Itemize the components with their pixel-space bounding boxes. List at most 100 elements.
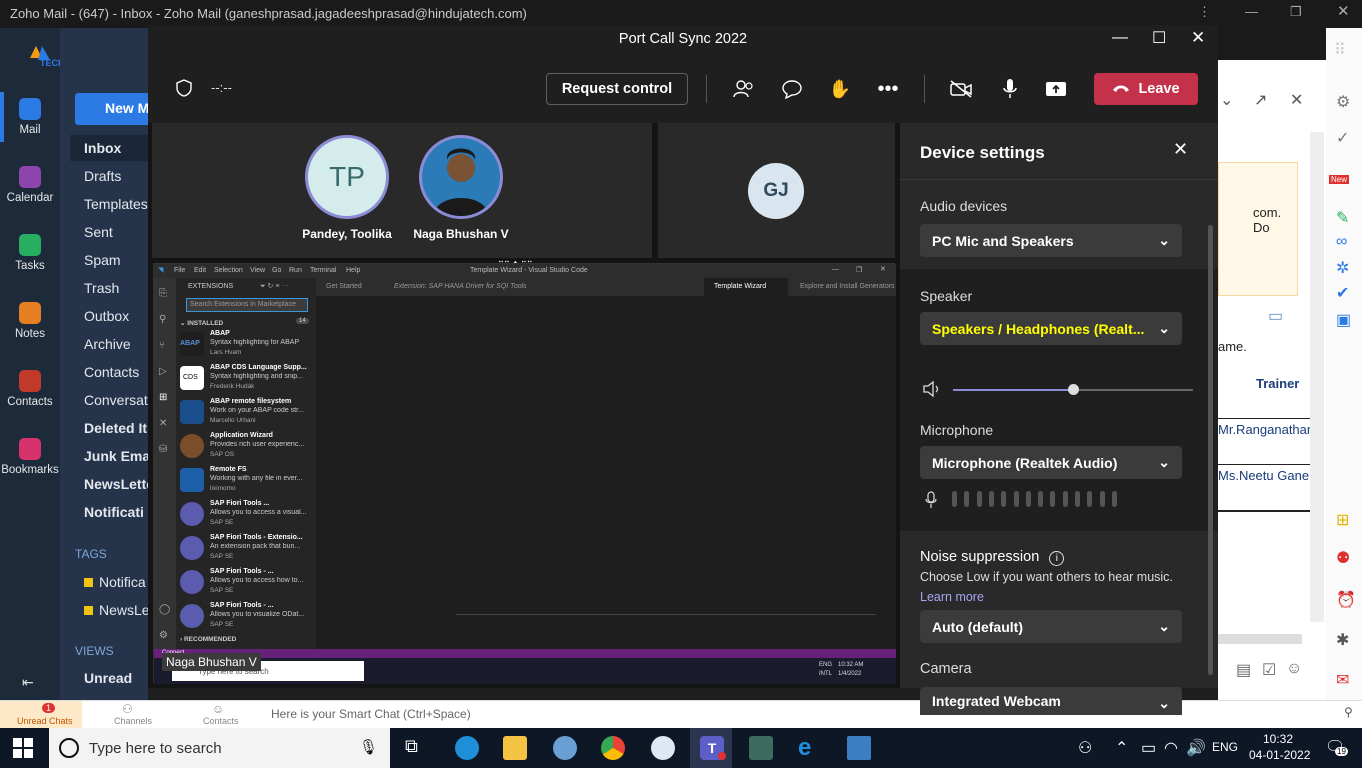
collapse-icon[interactable]: ⇤ — [22, 674, 34, 691]
folder-inbox[interactable]: Inbox — [84, 140, 121, 156]
channels-tab[interactable]: Channels — [114, 716, 152, 726]
contacts-tab[interactable]: Contacts — [203, 716, 239, 726]
rail-tasks[interactable]: Tasks — [0, 234, 60, 272]
camera-select[interactable]: Integrated Webcam ⌄ — [920, 687, 1182, 715]
folder-archive[interactable]: Archive — [84, 336, 131, 352]
editor-tab[interactable]: Explore and Install Generators — [800, 283, 895, 290]
folder-newsletter[interactable]: NewsLette — [84, 476, 154, 492]
tag-newsletter[interactable]: NewsLe — [84, 602, 150, 618]
editor-tab[interactable]: Get Started — [326, 283, 362, 290]
tick-icon[interactable]: ✔ — [1336, 283, 1349, 303]
recommended-section[interactable]: › RECOMMENDED — [180, 636, 236, 643]
extension-item[interactable]: SAP Fiori Tools ... Allows you to access … — [180, 498, 314, 531]
extension-item[interactable]: Remote FS Working with any file in ever..… — [180, 464, 314, 497]
chrome-icon[interactable] — [601, 736, 625, 760]
close-panel-icon[interactable]: ✕ — [1173, 139, 1188, 160]
emoji-icon[interactable]: ☺ — [1286, 660, 1302, 678]
settings-scrollbar[interactable] — [1208, 225, 1213, 675]
audio-device-select[interactable]: PC Mic and Speakers ⌄ — [920, 224, 1182, 257]
ie-icon[interactable]: e — [798, 736, 822, 760]
people-tray-icon[interactable]: ⚇ — [1078, 738, 1092, 758]
extension-item[interactable]: SAP Fiori Tools - ... Allows you to visua… — [180, 600, 314, 633]
extension-item[interactable]: CDS ABAP CDS Language Supp... Syntax highl… — [180, 362, 314, 395]
restore-icon[interactable]: ❐ — [856, 266, 862, 274]
calculator-icon[interactable] — [749, 736, 773, 760]
menu-item[interactable]: Run — [289, 267, 302, 274]
tag-notifications[interactable]: Notifica — [84, 574, 146, 590]
mail-app-icon[interactable] — [651, 736, 675, 760]
account-icon[interactable]: ◯ — [159, 604, 170, 615]
extensions-search-input[interactable]: Search Extensions in Marketplace — [186, 298, 308, 312]
extension-item[interactable]: Application Wizard Provides rich user exp… — [180, 430, 314, 463]
chat-icon[interactable] — [780, 73, 804, 105]
speaker-select[interactable]: Speakers / Headphones (Realt... ⌄ — [920, 312, 1182, 345]
share-screen-icon[interactable] — [1044, 73, 1068, 105]
explorer-icon[interactable]: ⎘ — [159, 288, 167, 299]
noise-suppression-select[interactable]: Auto (default) ⌄ — [920, 610, 1182, 643]
settings-icon[interactable]: ⚙ — [1336, 92, 1350, 112]
editor-tab[interactable]: Extension: SAP HANA Driver for SQI Tools — [394, 283, 527, 290]
minimize-icon[interactable]: — — [1112, 29, 1128, 47]
participant-avatar[interactable]: TP — [305, 135, 389, 219]
clock-time[interactable]: 10:32 — [1263, 732, 1293, 746]
unread-chats-tab[interactable]: 1 Unread Chats — [0, 701, 82, 729]
folder-notification[interactable]: Notificati — [84, 504, 144, 520]
teams-taskbar-active[interactable]: T — [690, 728, 732, 768]
remote-desktop-icon[interactable] — [847, 736, 871, 760]
learn-more-link[interactable]: Learn more — [920, 590, 984, 604]
menu-item[interactable]: Selection — [214, 267, 243, 274]
edit-icon[interactable]: ✎ — [1336, 208, 1349, 228]
database-icon[interactable]: ⛁ — [159, 444, 167, 455]
run-icon[interactable]: ▷ — [159, 366, 167, 377]
menu-item[interactable]: Help — [346, 267, 360, 274]
h-scrollbar[interactable] — [1218, 634, 1302, 644]
menu-item[interactable]: File — [174, 267, 185, 274]
file-explorer-icon[interactable] — [503, 736, 527, 760]
chat-icon[interactable]: ✉ — [1336, 670, 1349, 690]
extension-item[interactable]: ABAP ABAP Syntax highlighting for ABAP Lars… — [180, 328, 314, 361]
folder-drafts[interactable]: Drafts — [84, 168, 121, 184]
extension-item[interactable]: ABAP remote filesystem Work on your ABAP … — [180, 396, 314, 429]
restore-icon[interactable]: ❐ — [1290, 4, 1302, 20]
minimize-icon[interactable]: — — [832, 266, 839, 273]
smart-chat-input[interactable]: Here is your Smart Chat (Ctrl+Space) — [271, 707, 471, 721]
alarm-icon[interactable]: ⏰ — [1336, 590, 1356, 610]
close-icon[interactable]: ✕ — [1337, 2, 1350, 20]
minimize-icon[interactable]: — — [1245, 4, 1258, 19]
folder-contacts[interactable]: Contacts — [84, 364, 139, 380]
reading-scrollbar[interactable] — [1310, 132, 1324, 622]
wifi-icon[interactable]: ◠ — [1164, 738, 1178, 758]
apps-grid-icon[interactable]: ⠿ — [1334, 40, 1346, 60]
mic-icon[interactable]: 🎙 — [359, 738, 378, 756]
gear-blue-icon[interactable]: ✲ — [1336, 258, 1349, 278]
microphone-icon[interactable] — [998, 73, 1022, 105]
link-icon[interactable]: ∞ — [1336, 233, 1347, 251]
plus-icon[interactable]: ⊞ — [1336, 510, 1349, 530]
tools-icon[interactable]: ✕ — [159, 418, 167, 429]
leave-button[interactable]: Leave — [1094, 73, 1198, 105]
image-icon[interactable]: ▣ — [1336, 310, 1351, 330]
volume-knob[interactable] — [1068, 384, 1079, 395]
people-icon[interactable] — [732, 73, 756, 105]
participant-photo[interactable] — [419, 135, 503, 219]
rail-contacts[interactable]: Contacts — [0, 370, 60, 408]
menu-item[interactable]: Go — [272, 267, 281, 274]
chevron-down-icon[interactable]: ⌄ — [1220, 90, 1233, 110]
user-alert-icon[interactable]: ⚉ — [1336, 548, 1350, 568]
bug-icon[interactable]: ✱ — [1336, 630, 1349, 650]
folder-spam[interactable]: Spam — [84, 252, 121, 268]
windows-start-icon[interactable] — [13, 738, 37, 762]
close-pane-icon[interactable]: ✕ — [1290, 90, 1303, 110]
extension-item[interactable]: SAP Fiori Tools - ... Allows you to acces… — [180, 566, 314, 599]
folder-outbox[interactable]: Outbox — [84, 308, 129, 324]
camera-off-icon[interactable] — [948, 73, 974, 105]
info-icon[interactable]: i — [1049, 551, 1065, 566]
taskbar-search-box[interactable]: Type here to search 🎙 — [49, 728, 390, 768]
folder-trash[interactable]: Trash — [84, 280, 119, 296]
view-unread[interactable]: Unread — [84, 670, 132, 686]
request-control-button[interactable]: Request control — [546, 73, 688, 105]
folder-templates[interactable]: Templates — [84, 196, 148, 212]
folder-conversations[interactable]: Conversati — [84, 392, 151, 408]
extensions-icon[interactable]: ⊞ — [159, 392, 167, 403]
maximize-icon[interactable]: ☐ — [1152, 28, 1166, 48]
